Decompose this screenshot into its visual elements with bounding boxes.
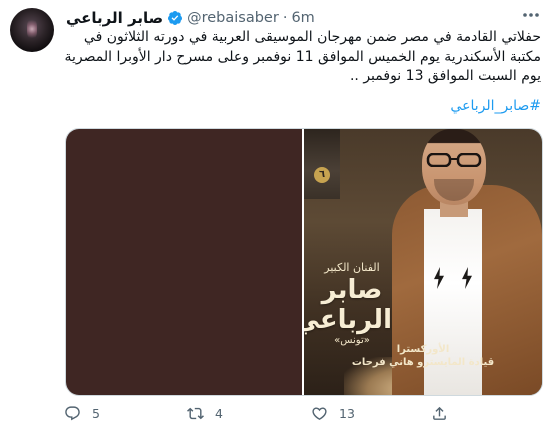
tweet-text-line: مكتبة الأسكندرية يوم الخميس الموافق 11 ن…	[64, 48, 541, 65]
media-image-poster[interactable]: ٦ الفنان الكبير صابر الرباعي «تونس»	[304, 129, 542, 395]
poster-title-small: الفنان الكبير	[324, 261, 380, 274]
like-count: 13	[339, 405, 355, 421]
glasses-icon	[426, 153, 482, 167]
author-display-name[interactable]: صابر الرباعي	[66, 9, 163, 27]
tweet-media[interactable]: ٦ الفنان الكبير صابر الرباعي «تونس»	[65, 128, 543, 396]
tweet-timestamp[interactable]: 6m	[291, 10, 314, 26]
media-image-left[interactable]	[66, 129, 302, 395]
poster-title: الفنان الكبير صابر الرباعي «تونس»	[304, 261, 392, 347]
poster-credits-line2: قيادة المايسترو هاني فرحات	[351, 357, 495, 368]
reply-button[interactable]: 5	[64, 404, 100, 422]
reply-icon	[65, 405, 80, 420]
like-button[interactable]: 13	[311, 404, 355, 422]
tweet-text-line: حفلاتي القادمة في مصر ضمن مهرجان الموسيق…	[83, 29, 541, 45]
verified-badge-icon	[167, 10, 183, 26]
retweet-icon	[187, 407, 204, 419]
reply-count: 5	[92, 405, 100, 421]
share-icon	[433, 406, 446, 420]
tweet-header: صابر الرباعي @rebaisaber · 6m	[66, 8, 315, 28]
poster-credits-line1: الأوركسترا	[396, 344, 450, 355]
festival-badge: ٦	[314, 167, 330, 183]
poster-credits: الأوركسترا قيادة المايسترو هاني فرحات	[348, 343, 498, 369]
poster-title-line2: الرباعي	[304, 305, 392, 335]
festival-logo: ٦	[304, 129, 340, 199]
heart-icon	[312, 406, 327, 420]
author-handle[interactable]: @rebaisaber	[187, 10, 279, 26]
share-button[interactable]	[431, 404, 459, 422]
tweet-text: حفلاتي القادمة في مصر ضمن مهرجان الموسيق…	[64, 28, 541, 87]
retweet-button[interactable]: 4	[187, 404, 223, 422]
hashtag-link[interactable]: #صابر_الرباعي	[64, 98, 541, 114]
tweet-text-line: يوم السبت الموافق 13 نوفمبر ..	[349, 68, 541, 84]
retweet-count: 4	[215, 405, 223, 421]
avatar[interactable]	[10, 8, 54, 52]
tweet: صابر الرباعي @rebaisaber · 6m حفلاتي الق…	[0, 0, 557, 425]
tweet-actions: 5 4 13	[64, 404, 541, 422]
poster-title-line1: صابر	[321, 275, 383, 305]
more-options-icon[interactable]	[519, 6, 543, 24]
separator-dot: ·	[282, 10, 288, 26]
